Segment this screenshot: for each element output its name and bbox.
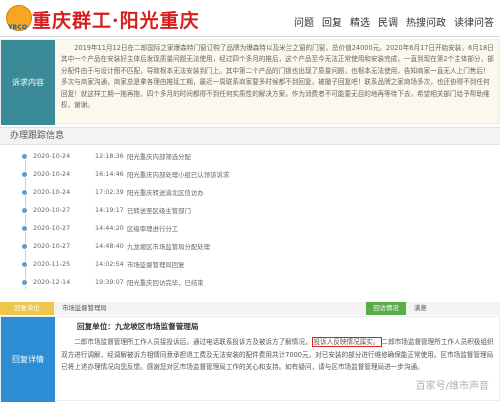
tracking-timeline: 2020-10-24 12:18:36 阳光重庆内部筛选分配 2020-10-24 1… (0, 150, 500, 295)
timeline-item: 2020-10-27 14:48:40 九龙坡区市场监管局分配处理 (21, 240, 210, 252)
timeline-date: 2020-10-24 (33, 188, 71, 196)
timeline-item: 2020-11-25 14:02:54 市场监督管理局回复 (21, 258, 185, 270)
request-label: 诉求内容 (1, 40, 55, 125)
timeline-dot-icon (21, 260, 28, 268)
timeline-text: 九龙坡区市场监管局分配处理 (127, 242, 211, 251)
timeline-text: 市场监督管理局回复 (127, 260, 185, 269)
timeline-time: 12:18:36 (95, 152, 124, 160)
nav-item-featured[interactable]: 精选 (350, 14, 370, 29)
timeline-dot-icon (21, 188, 28, 196)
timeline-dot-icon (21, 224, 28, 232)
watermark: 百家号/维市声音 (415, 381, 489, 392)
timeline-dot-icon (21, 242, 28, 250)
timeline-dot-icon (21, 152, 28, 160)
timeline-date: 2020-10-27 (33, 206, 71, 214)
site-brand[interactable]: 重庆群工·阳光重庆 (32, 6, 200, 33)
timeline-time: 14:02:54 (95, 260, 124, 268)
followup-status-label: 回访情况 (366, 302, 406, 315)
tracking-section-title: 办理跟踪信息 (0, 127, 500, 145)
timeline-text: 阳光重庆内部处理小组已认领该诉求 (127, 170, 230, 179)
reply-text: 二郎市场监督管理所工作人员接投诉后，通过电话联系投诉方及被诉方了解情况， 投诉人反… (61, 336, 496, 374)
timeline-item: 2020-10-24 16:14:46 阳光重庆内部处理小组已认领该诉求 (21, 168, 229, 180)
reply-detail-label: 回复详情 (1, 317, 55, 402)
timeline-text: 阳光重庆内部筛选分配 (127, 152, 191, 161)
reply-unit-line: 回复单位：九龙坡区市场监督管理局 (77, 322, 199, 331)
timeline-item: 2020-10-27 14:44:20 区级审理进行分工 (21, 222, 178, 234)
reply-summary-bar: 回复单位 市场监督管理局 回访情况 满意 (0, 302, 500, 315)
timeline-text: 区级审理进行分工 (127, 224, 179, 233)
site-header: YBCQ 重庆群工·阳光重庆 问题 回复 精选 民调 热搜问政 读律问答 (0, 0, 500, 37)
request-panel: 诉求内容 2019年11月12日在二郎国际之家爆森特门窗订购了品牌为爆森特以及米… (0, 39, 500, 125)
followup-status-value: 满意 (414, 304, 427, 312)
timeline-dot-icon (21, 170, 28, 178)
reply-unit-value: 市场监督管理局 (62, 304, 107, 312)
timeline-date: 2020-11-25 (33, 260, 71, 268)
timeline-date: 2020-10-24 (33, 152, 71, 160)
reply-unit-label: 回复单位 (0, 302, 54, 315)
timeline-dot-icon (21, 278, 28, 286)
timeline-time: 14:48:40 (95, 242, 124, 250)
request-text: 2019年11月12日在二郎国际之家爆森特门窗订购了品牌为爆森特以及米兰之窗的门… (61, 44, 494, 110)
timeline-date: 2020-10-24 (33, 170, 71, 178)
timeline-date: 2020-12-14 (33, 278, 71, 286)
timeline-text: 已转送至区级主管部门 (127, 206, 191, 215)
reply-highlight: 投诉人反映情况属实。 (311, 337, 382, 347)
timeline-date: 2020-10-27 (33, 242, 71, 250)
nav-item-questions[interactable]: 问题 (294, 14, 314, 29)
timeline-time: 14:19:17 (95, 206, 124, 214)
timeline-item: 2020-10-24 12:18:36 阳光重庆内部筛选分配 (21, 150, 191, 162)
nav-item-replies[interactable]: 回复 (322, 14, 342, 29)
logo-text: YBCQ (8, 24, 28, 31)
reply-text-before: 二郎市场监督管理所工作人员接投诉后，通过电话联系投诉方及被诉方了解情况， (74, 338, 312, 346)
nav-item-polls[interactable]: 民调 (378, 14, 398, 29)
nav-item-hot-search[interactable]: 热搜问政 (406, 14, 446, 29)
timeline-date: 2020-10-27 (33, 224, 71, 232)
timeline-dot-icon (21, 206, 28, 214)
timeline-text: 阳光重庆回访完毕，已结束 (127, 278, 204, 287)
timeline-time: 19:39:07 (95, 278, 124, 286)
reply-panel: 回复详情 回复单位：九龙坡区市场监督管理局 二郎市场监督管理所工作人员接投诉后，… (0, 316, 500, 402)
timeline-time: 14:44:20 (95, 224, 124, 232)
timeline-time: 16:14:46 (95, 170, 124, 178)
nav-item-law-qa[interactable]: 读律问答 (454, 14, 494, 29)
timeline-item: 2020-10-27 14:19:17 已转送至区级主管部门 (21, 204, 191, 216)
timeline-text: 阳光重庆转送渝北区信访办 (127, 188, 204, 197)
timeline-item: 2020-10-24 17:02:39 阳光重庆转送渝北区信访办 (21, 186, 204, 198)
timeline-time: 17:02:39 (95, 188, 124, 196)
top-nav: 问题 回复 精选 民调 热搜问政 读律问答 (294, 14, 494, 29)
timeline-item: 2020-12-14 19:39:07 阳光重庆回访完毕，已结束 (21, 276, 204, 288)
